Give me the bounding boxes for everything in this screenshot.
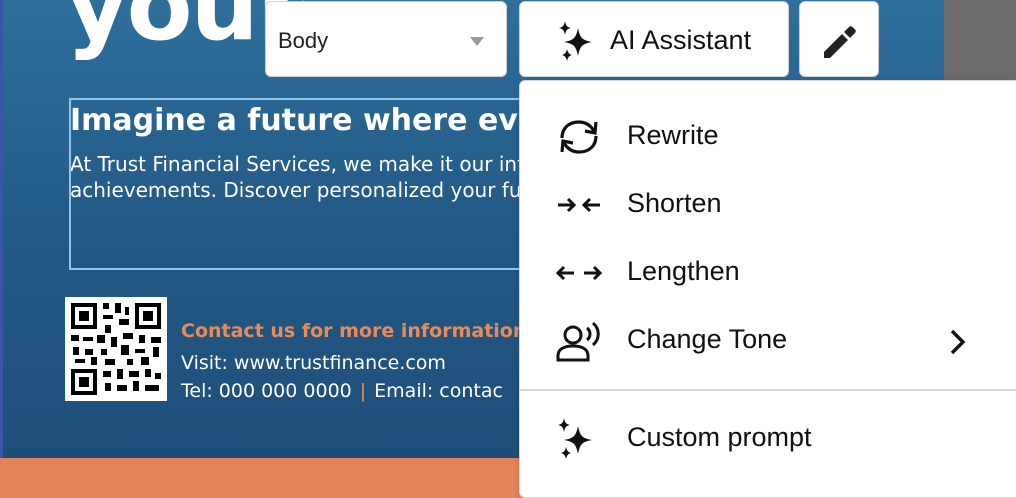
menu-item-label: Custom prompt <box>627 422 812 452</box>
chevron-right-icon <box>950 329 966 355</box>
menu-item-label: Change Tone <box>627 324 788 354</box>
ai-assistant-button[interactable]: AI Assistant <box>519 1 789 77</box>
contact-email: Email: contac <box>374 380 503 402</box>
menu-item-label: Rewrite <box>627 120 719 150</box>
menu-item-change-tone[interactable]: Change Tone <box>520 307 1016 375</box>
contact-phone: Tel: 000 000 0000 <box>181 380 352 402</box>
text-style-select[interactable]: Body <box>265 1 507 77</box>
ai-assistant-label: AI Assistant <box>610 25 752 55</box>
menu-item-custom-prompt[interactable]: Custom prompt <box>520 405 1016 473</box>
contact-website[interactable]: Visit: www.trustfinance.com <box>181 352 446 374</box>
selected-text-box[interactable] <box>69 98 539 270</box>
tone-icon <box>556 321 600 362</box>
contact-heading[interactable]: Contact us for more information <box>181 320 526 342</box>
lengthen-icon <box>555 265 603 281</box>
edit-button[interactable] <box>799 1 879 77</box>
text-style-value: Body <box>278 28 329 53</box>
menu-item-label: Lengthen <box>627 256 740 286</box>
contact-separator: | <box>359 380 367 402</box>
menu-divider <box>520 389 1016 391</box>
chevron-down-icon <box>470 37 484 46</box>
menu-item-shorten[interactable]: Shorten <box>520 171 1016 239</box>
rewrite-icon <box>560 120 598 154</box>
menu-item-lengthen[interactable]: Lengthen <box>520 239 1016 307</box>
canvas-background <box>944 0 1016 80</box>
qr-code <box>65 297 167 401</box>
ai-assistant-menu: Rewrite Shorten Lengthen Change Tone Cus… <box>519 80 1016 498</box>
menu-item-label: Shorten <box>627 188 722 218</box>
sparkles-icon <box>559 21 592 61</box>
contact-line[interactable]: Tel: 000 000 0000 | Email: contac <box>181 380 503 402</box>
canvas-edge <box>0 0 3 498</box>
shorten-icon <box>558 197 600 213</box>
menu-item-rewrite[interactable]: Rewrite <box>520 103 1016 171</box>
pencil-icon <box>824 26 856 58</box>
sparkles-icon <box>558 418 592 459</box>
